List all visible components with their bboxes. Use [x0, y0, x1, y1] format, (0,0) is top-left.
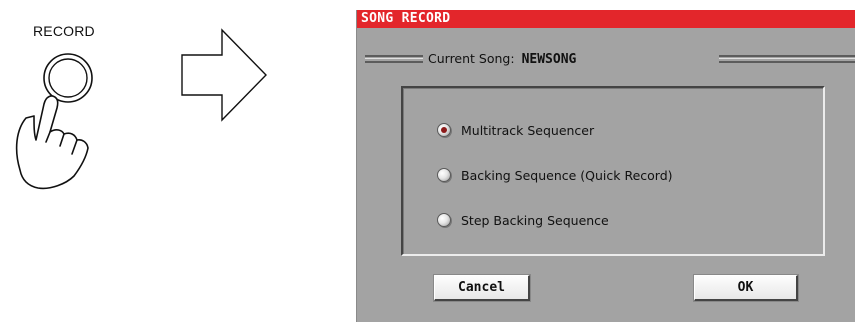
dialog-title: SONG RECORD — [357, 10, 855, 28]
option-backing-sequence-quick-record[interactable]: Backing Sequence (Quick Record) — [437, 165, 673, 185]
radio-selected-icon[interactable] — [437, 123, 451, 137]
current-song-row: Current Song: NEWSONG — [357, 50, 855, 70]
record-illustration — [15, 28, 267, 190]
cancel-button[interactable]: Cancel — [433, 274, 531, 302]
ok-button[interactable]: OK — [693, 274, 799, 302]
current-song-name: NEWSONG — [521, 52, 577, 67]
right-arrow-icon — [181, 28, 267, 122]
current-song-label: Current Song: — [428, 51, 515, 66]
separator-lines-right — [719, 55, 855, 63]
pointing-hand-icon — [15, 95, 89, 190]
record-button-icon — [43, 53, 93, 103]
option-multitrack-sequencer[interactable]: Multitrack Sequencer — [437, 120, 594, 140]
radio-unselected-icon[interactable] — [437, 213, 451, 227]
option-label: Backing Sequence (Quick Record) — [461, 167, 673, 183]
current-song-text: Current Song: NEWSONG — [428, 51, 576, 67]
option-label: Multitrack Sequencer — [461, 122, 595, 138]
record-mode-options: Multitrack Sequencer Backing Sequence (Q… — [401, 86, 825, 256]
song-record-dialog: SONG RECORD Current Song: NEWSONG Multit… — [356, 10, 855, 322]
option-label: Step Backing Sequence — [461, 212, 609, 228]
separator-lines-left — [365, 55, 423, 63]
radio-unselected-icon[interactable] — [437, 168, 451, 182]
option-step-backing-sequence[interactable]: Step Backing Sequence — [437, 210, 609, 230]
